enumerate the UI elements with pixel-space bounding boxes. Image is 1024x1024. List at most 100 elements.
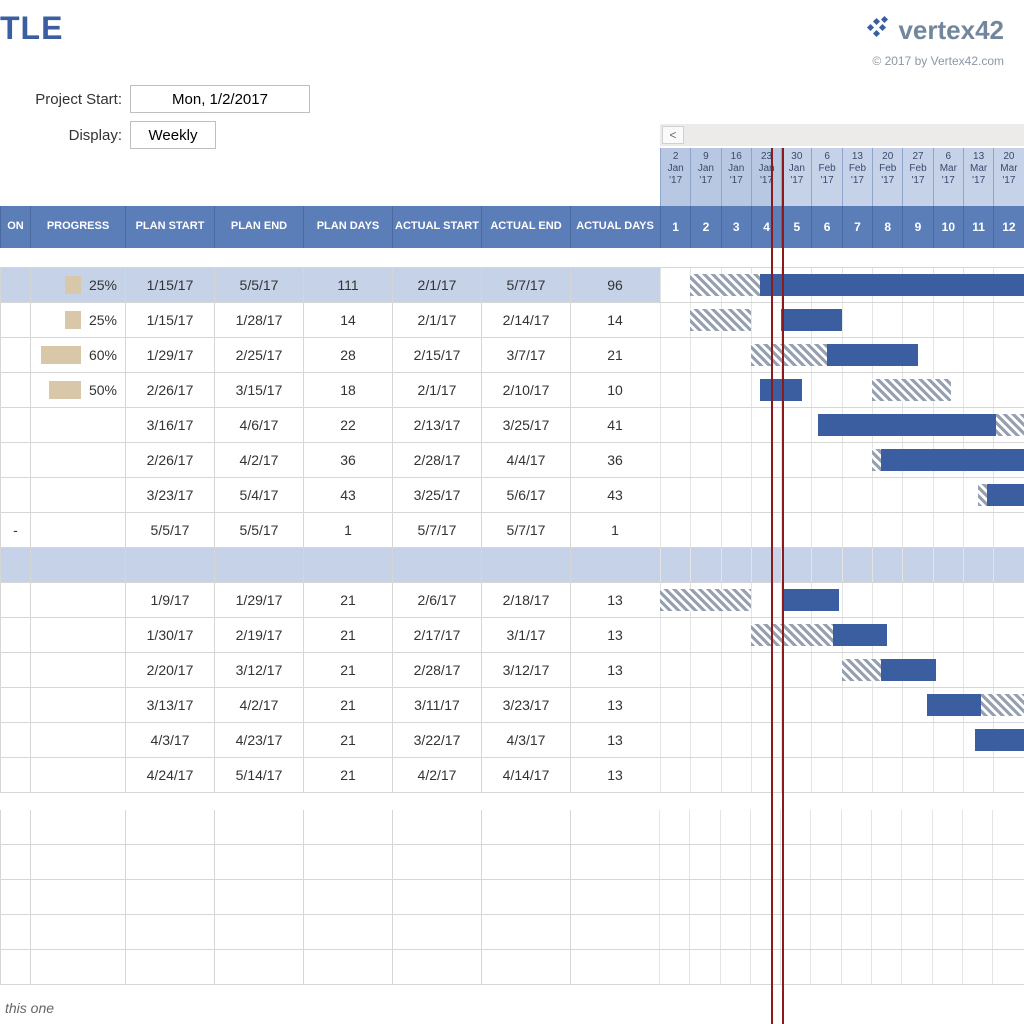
table-row[interactable]: 3/13/174/2/17213/11/173/23/1713 [0, 688, 660, 723]
gantt-row [660, 248, 1024, 268]
table-row[interactable]: 25%1/15/175/5/171112/1/175/7/1796 [0, 268, 660, 303]
cell-actual_days: 36 [570, 443, 659, 477]
week-col: 6 [811, 206, 841, 248]
actual-bar [827, 344, 918, 366]
display-select[interactable]: Weekly [130, 121, 216, 149]
table-row[interactable]: 60%1/29/172/25/17282/15/173/7/1721 [0, 338, 660, 373]
week-col: 8 [872, 206, 902, 248]
cell-actual_end: 2/14/17 [481, 303, 570, 337]
date-col: 6Mar'17 [933, 148, 963, 206]
date-col: 13Mar'17 [963, 148, 993, 206]
gantt-row [660, 548, 1024, 583]
cell-on [0, 478, 30, 512]
progress-bar [49, 381, 81, 399]
timeline-scroll[interactable]: < [660, 124, 1024, 146]
table-row[interactable] [0, 248, 660, 268]
gantt-row [660, 338, 1024, 373]
project-start-label: Project Start: [0, 91, 130, 108]
week-col: 5 [781, 206, 811, 248]
timeline-week-header: 123456789101112 [660, 206, 1024, 248]
table-row[interactable]: 50%2/26/173/15/17182/1/172/10/1710 [0, 373, 660, 408]
table-header-row: ON PROGRESS PLAN START PLAN END PLAN DAY… [0, 206, 660, 248]
project-start-input[interactable]: Mon, 1/2/2017 [130, 85, 310, 113]
actual-bar [781, 309, 842, 331]
cell-plan_end: 4/2/17 [214, 443, 303, 477]
cell-actual_days: 13 [570, 618, 659, 652]
date-col: 2Jan'17 [660, 148, 690, 206]
scroll-left-button[interactable]: < [662, 126, 684, 144]
cell-progress: 25% [30, 268, 125, 302]
gantt-row [660, 268, 1024, 303]
table-row[interactable]: 25%1/15/171/28/17142/1/172/14/1714 [0, 303, 660, 338]
progress-bar [65, 311, 81, 329]
date-col: 20Feb'17 [872, 148, 902, 206]
date-col: 6Feb'17 [811, 148, 841, 206]
gantt-row [660, 373, 1024, 408]
cell-plan_start: 3/23/17 [125, 478, 214, 512]
cell-progress [30, 408, 125, 442]
actual-bar [760, 274, 1024, 296]
table-row[interactable]: 3/16/174/6/17222/13/173/25/1741 [0, 408, 660, 443]
cell-plan_start: 5/5/17 [125, 513, 214, 547]
table-row[interactable] [0, 548, 660, 583]
cell-plan_end: 2/25/17 [214, 338, 303, 372]
date-col: 30Jan'17 [781, 148, 811, 206]
cell-on [0, 723, 30, 757]
gantt-row [660, 618, 1024, 653]
date-col: 23Jan'17 [751, 148, 781, 206]
cell-progress [30, 723, 125, 757]
cell-plan_start: 1/30/17 [125, 618, 214, 652]
cell-on [0, 408, 30, 442]
cell-actual_start: 2/17/17 [392, 618, 481, 652]
col-plan-start: PLAN START [125, 206, 214, 248]
task-table: ON PROGRESS PLAN START PLAN END PLAN DAY… [0, 206, 660, 793]
cell-progress [30, 478, 125, 512]
table-row[interactable]: 4/3/174/23/17213/22/174/3/1713 [0, 723, 660, 758]
gantt-row [660, 303, 1024, 338]
logo-icon [864, 17, 892, 45]
col-actual-days: ACTUAL DAYS [570, 206, 659, 248]
gantt-chart [660, 248, 1024, 793]
cell-plan_start: 4/3/17 [125, 723, 214, 757]
table-row[interactable]: 1/9/171/29/17212/6/172/18/1713 [0, 583, 660, 618]
cell-plan_days: 111 [303, 268, 392, 302]
cell-plan_end: 4/6/17 [214, 408, 303, 442]
timeline-date-header: 2Jan'179Jan'1716Jan'1723Jan'1730Jan'176F… [660, 148, 1024, 206]
actual-bar [833, 624, 888, 646]
cell-plan_end: 1/29/17 [214, 583, 303, 617]
cell-actual_start: 2/15/17 [392, 338, 481, 372]
cell-actual_days: 1 [570, 513, 659, 547]
table-row[interactable]: -5/5/175/5/1715/7/175/7/171 [0, 513, 660, 548]
week-col: 9 [902, 206, 932, 248]
gantt-row [660, 583, 1024, 618]
cell-on [0, 338, 30, 372]
table-row[interactable]: 4/24/175/14/17214/2/174/14/1713 [0, 758, 660, 793]
date-col: 16Jan'17 [721, 148, 751, 206]
cell-plan_start: 4/24/17 [125, 758, 214, 792]
table-row[interactable]: 3/23/175/4/17433/25/175/6/1743 [0, 478, 660, 513]
table-row[interactable]: 1/30/172/19/17212/17/173/1/1713 [0, 618, 660, 653]
table-row[interactable]: 2/26/174/2/17362/28/174/4/1736 [0, 443, 660, 478]
gantt-row [660, 478, 1024, 513]
cell-progress [30, 758, 125, 792]
cell-plan_days: 21 [303, 653, 392, 687]
cell-plan_days: 21 [303, 688, 392, 722]
gantt-row [660, 653, 1024, 688]
cell-actual_days: 96 [570, 268, 659, 302]
cell-actual_days: 13 [570, 723, 659, 757]
cell-plan_end: 4/2/17 [214, 688, 303, 722]
gantt-row [660, 408, 1024, 443]
cell-plan_end: 1/28/17 [214, 303, 303, 337]
cell-plan_days: 36 [303, 443, 392, 477]
cell-plan_days: 21 [303, 723, 392, 757]
cell-plan_start: 1/9/17 [125, 583, 214, 617]
cell-actual_start: 2/13/17 [392, 408, 481, 442]
cell-plan_end: 2/19/17 [214, 618, 303, 652]
table-row[interactable]: 2/20/173/12/17212/28/173/12/1713 [0, 653, 660, 688]
cell-actual_end: 3/7/17 [481, 338, 570, 372]
cell-plan_end: 5/5/17 [214, 268, 303, 302]
date-col: 20Mar'17 [993, 148, 1023, 206]
cell-actual_start: 3/22/17 [392, 723, 481, 757]
empty-row [0, 880, 1024, 915]
date-col: 27Feb'17 [902, 148, 932, 206]
